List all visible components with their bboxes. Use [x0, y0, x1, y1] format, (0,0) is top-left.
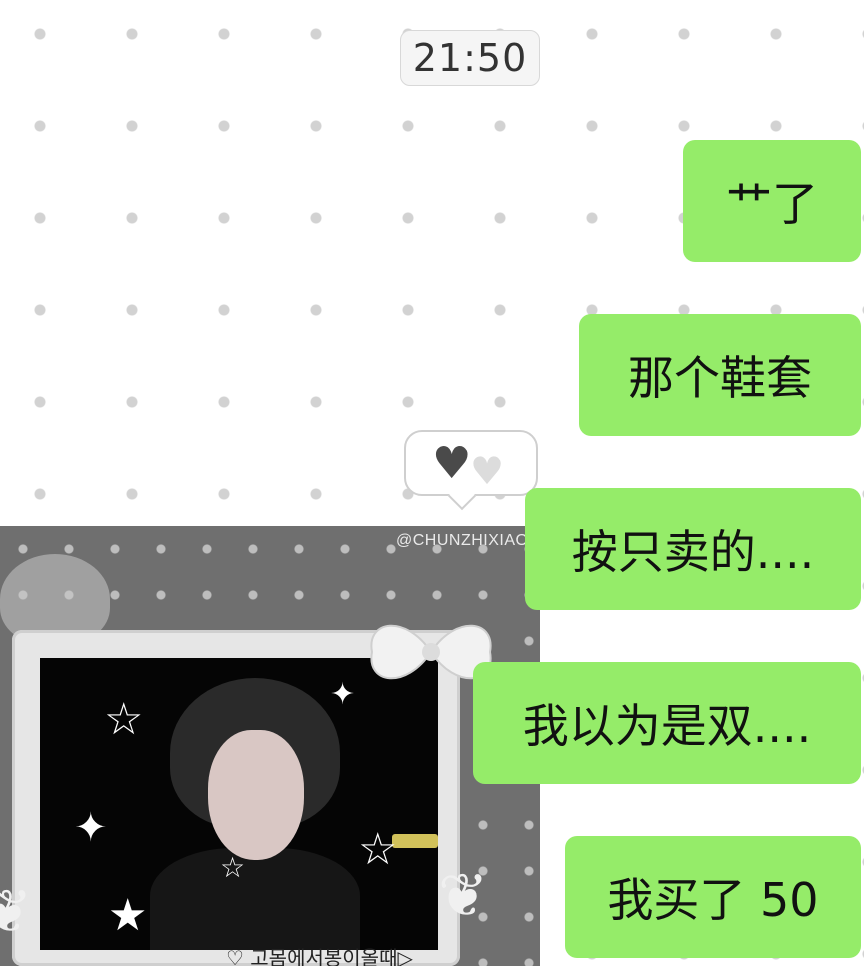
star-icon: ☆: [220, 851, 246, 884]
message-bubble[interactable]: 我以为是双....: [473, 662, 861, 784]
star-icon: ★: [108, 890, 148, 941]
chat-timestamp: 21:50: [400, 30, 540, 86]
message-bubble[interactable]: 那个鞋套: [579, 314, 861, 436]
light-strip: [392, 834, 438, 848]
person-body: [150, 848, 360, 950]
message-bubble[interactable]: 艹了: [683, 140, 861, 262]
star-icon: ☆: [358, 824, 398, 875]
black-heart-icon: ♥: [432, 438, 472, 489]
wing-icon: ❦: [438, 861, 489, 931]
photo-portrait: ☆ ★ ☆ ✦ ✦ ☆: [40, 658, 438, 950]
white-heart-icon: ♥: [470, 449, 505, 493]
star-icon: ☆: [104, 694, 144, 745]
wing-icon: ❦: [0, 877, 33, 947]
sparkle-icon: ✦: [74, 805, 108, 851]
star-icon: ✦: [330, 677, 356, 712]
message-bubble[interactable]: 我买了 50: [565, 836, 861, 958]
photo-message[interactable]: @CHUNZHIXIAO ☆ ★ ☆ ✦ ✦ ☆ ❦ ❦ ♡ 고몸에서봉이올때▷: [0, 526, 540, 966]
reaction-bubble[interactable]: ♥ ♥: [404, 430, 538, 496]
photo-watermark: @CHUNZHIXIAO: [396, 532, 529, 549]
person-face: [208, 730, 304, 860]
photo-caption: ♡ 고몸에서봉이올때▷: [226, 946, 413, 966]
message-bubble[interactable]: 按只卖的....: [525, 488, 861, 610]
